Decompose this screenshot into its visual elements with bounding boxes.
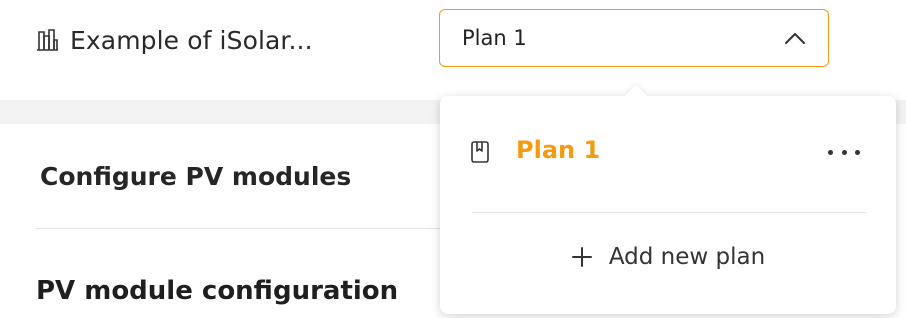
- building-chart-icon: [37, 29, 58, 51]
- add-new-plan-button[interactable]: Add new plan: [440, 234, 896, 280]
- content-divider: [36, 228, 446, 229]
- project-title-area: Example of iSolar...: [36, 20, 313, 60]
- add-new-plan-label: Add new plan: [608, 244, 766, 270]
- plan-select-value: Plan 1: [462, 26, 527, 50]
- section-heading: Configure PV modules: [40, 162, 352, 191]
- chevron-up-icon: [785, 33, 805, 44]
- plan-select[interactable]: Plan 1: [439, 9, 829, 67]
- plus-icon: [571, 247, 592, 267]
- plan-item[interactable]: Plan 1: [440, 126, 896, 182]
- dropdown-divider: [472, 212, 866, 213]
- top-bar: Example of iSolar... Plan 1: [0, 0, 906, 100]
- bookmark-icon: [471, 141, 489, 163]
- more-dot: [841, 149, 847, 155]
- more-dot: [855, 149, 860, 155]
- section-subheading: PV module configuration: [36, 276, 399, 306]
- more-dot: [828, 149, 833, 155]
- plan-item-name: Plan 1: [516, 136, 601, 164]
- plan-dropdown: Plan 1 Add new plan: [440, 84, 896, 314]
- more-horizontal-icon[interactable]: [828, 142, 860, 162]
- project-title[interactable]: Example of iSolar...: [70, 26, 313, 55]
